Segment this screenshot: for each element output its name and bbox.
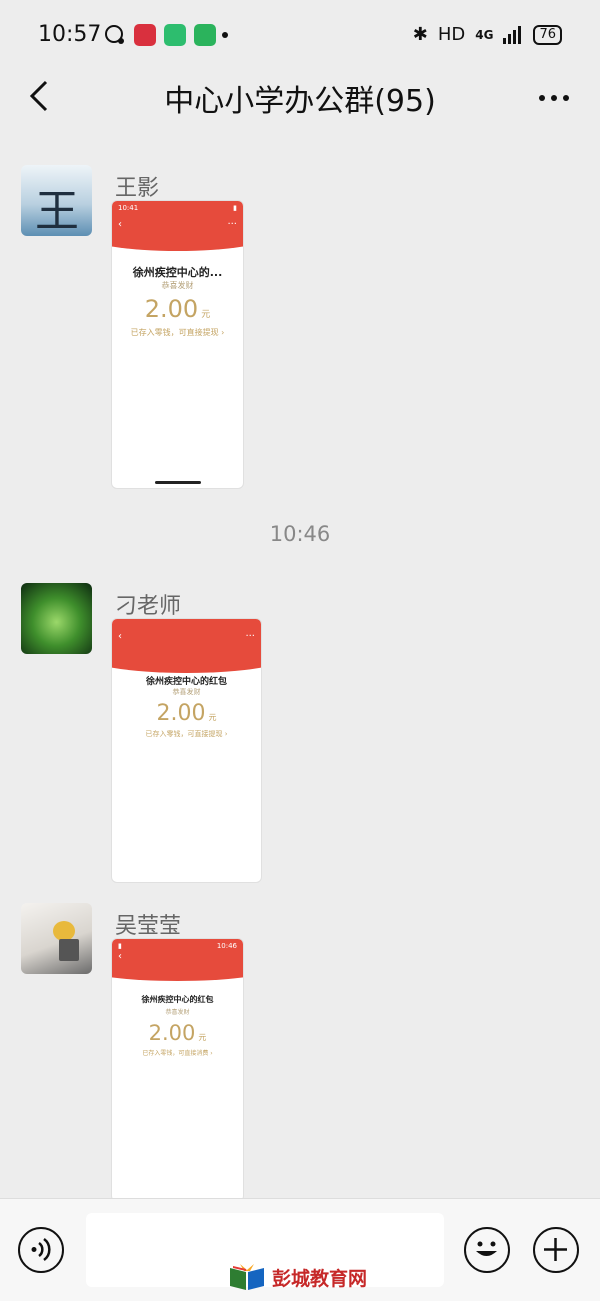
plus-icon bbox=[544, 1238, 567, 1261]
emoji-button[interactable] bbox=[464, 1227, 510, 1273]
avatar-wangying[interactable]: 王 bbox=[21, 165, 92, 236]
mini-status-bar: 10:41 ▮ bbox=[118, 204, 237, 212]
shield-app-icon bbox=[194, 24, 216, 46]
greeting-text: 恭喜发财 bbox=[165, 1009, 190, 1016]
app-red-icon bbox=[134, 24, 156, 46]
note-text: 已存入零钱，可直接提现 › bbox=[145, 730, 228, 738]
mini-back-icon: ‹ bbox=[118, 951, 122, 962]
mini-back-icon: ‹ bbox=[118, 219, 122, 230]
more-functions-button[interactable] bbox=[533, 1227, 579, 1273]
red-packet-screenshot[interactable]: ▮ 10:46 ‹ 徐州疾控中心的红包 恭喜发财 2.00 元 已存入零钱，可直接消… bbox=[111, 938, 244, 1202]
mini-status-bar: ▮ 10:46 bbox=[118, 942, 237, 950]
sender-name: 刁老师 bbox=[115, 594, 182, 619]
site-watermark: 彭城教育网 bbox=[228, 1262, 367, 1292]
battery-indicator: 76 bbox=[533, 24, 562, 45]
greeting-text: 恭喜发财 bbox=[161, 281, 194, 290]
note-text: 已存入零钱，可直接提现 › bbox=[130, 328, 225, 337]
voice-button[interactable] bbox=[18, 1227, 64, 1273]
mini-back-icon: ‹ bbox=[118, 631, 122, 642]
payer-name: 徐州疾控中心的红包 bbox=[141, 995, 214, 1004]
amount: 2.00 元 bbox=[144, 295, 211, 323]
hd-label: HD bbox=[437, 24, 466, 45]
status-bar: 10:57 ✱ HD 4G 76 bbox=[0, 0, 600, 72]
status-right: ✱ HD 4G 76 bbox=[413, 24, 562, 45]
note-text: 已存入零钱，可直接消费 › bbox=[142, 1050, 213, 1057]
watermark-text: 彭城教育网 bbox=[272, 1267, 368, 1290]
app-green-icon bbox=[164, 24, 186, 46]
chat-header: 中心小学办公群(95) bbox=[0, 72, 600, 122]
book-logo-icon bbox=[230, 1264, 264, 1290]
avatar-glyph: 王 bbox=[35, 186, 79, 236]
sender-name: 吴莹莹 bbox=[115, 914, 182, 939]
greeting-text: 恭喜发财 bbox=[172, 688, 201, 696]
network-label: 4G bbox=[475, 27, 494, 42]
avatar-wuyingying[interactable] bbox=[21, 903, 92, 974]
payer-name: 徐州疾控中心的... bbox=[132, 266, 223, 279]
chat-bubble-icon bbox=[105, 25, 124, 44]
red-packet-screenshot[interactable]: ‹ ··· 徐州疾控中心的红包 恭喜发财 2.00 元 已存入零钱，可直接提现 › bbox=[111, 618, 262, 883]
time-separator: 10:46 bbox=[269, 522, 331, 546]
avatar-diao[interactable] bbox=[21, 583, 92, 654]
notification-dot-icon bbox=[222, 32, 228, 38]
more-options-button[interactable] bbox=[534, 78, 574, 118]
emoji-icon bbox=[476, 1241, 497, 1256]
sender-name: 王影 bbox=[115, 176, 160, 201]
page-title: 中心小学办公群(95) bbox=[164, 84, 436, 119]
mini-more-icon: ··· bbox=[245, 631, 255, 642]
home-indicator bbox=[154, 481, 201, 484]
red-packet-screenshot[interactable]: 10:41 ▮ ‹ ··· 徐州疾控中心的... 恭喜发财 2.00 元 已存入零钱… bbox=[111, 200, 244, 489]
payer-name: 徐州疾控中心的红包 bbox=[145, 677, 227, 687]
signal-icon bbox=[503, 25, 522, 44]
amount: 2.00 元 bbox=[156, 701, 217, 726]
bluetooth-icon: ✱ bbox=[412, 24, 428, 45]
status-time: 10:57 bbox=[38, 22, 102, 47]
mini-more-icon: ··· bbox=[227, 219, 237, 230]
voice-icon bbox=[31, 1237, 51, 1262]
amount: 2.00 元 bbox=[148, 1021, 207, 1045]
